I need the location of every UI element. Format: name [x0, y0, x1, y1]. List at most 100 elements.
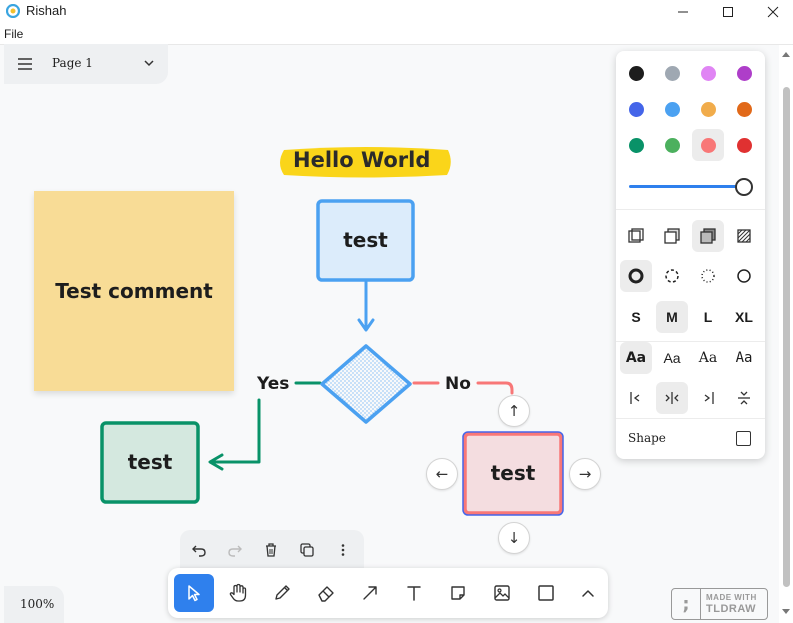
- add-shape-down-button[interactable]: ↓: [498, 522, 530, 554]
- size-button-xl[interactable]: XL: [728, 301, 760, 333]
- opacity-slider-handle[interactable]: [735, 178, 753, 196]
- sticky-note-icon: [451, 586, 465, 600]
- fill-pattern-icon: [737, 229, 751, 243]
- add-shape-right-button[interactable]: →: [569, 458, 601, 490]
- current-page-name[interactable]: Page 1: [52, 56, 93, 70]
- color-dot: [664, 65, 680, 81]
- eraser-tool[interactable]: [306, 574, 346, 612]
- media-tool[interactable]: [482, 574, 522, 612]
- font-button-1[interactable]: Aa: [620, 342, 652, 374]
- made-with-line2: TLDRAW: [706, 603, 757, 615]
- draw-tool[interactable]: [262, 574, 302, 612]
- dash-dashed-button[interactable]: [656, 260, 688, 292]
- color-swatch[interactable]: [728, 57, 760, 89]
- hamburger-menu-icon[interactable]: [18, 58, 32, 70]
- text-tool[interactable]: [394, 574, 434, 612]
- color-swatch[interactable]: [656, 129, 688, 161]
- align-end-icon: [704, 392, 714, 404]
- color-swatch[interactable]: [692, 129, 724, 161]
- align-middle-button[interactable]: [656, 382, 688, 414]
- duplicate-button[interactable]: [294, 538, 320, 562]
- hand-icon: [229, 583, 247, 602]
- shape-checkbox[interactable]: [736, 431, 751, 446]
- add-shape-up-button[interactable]: ↑: [498, 395, 530, 427]
- more-tools-button[interactable]: [568, 574, 608, 612]
- arrow-yes-to-left[interactable]: [210, 398, 261, 464]
- redo-button[interactable]: [222, 538, 248, 562]
- dash-solid-icon: [737, 269, 751, 283]
- style-panel: S M L XL Aa Aa Aa Aa Shape: [616, 51, 765, 459]
- undo-button[interactable]: [186, 538, 212, 562]
- font-button-2[interactable]: Aa: [656, 342, 688, 374]
- zoom-menu[interactable]: 100%: [4, 586, 64, 623]
- color-swatch[interactable]: [620, 129, 652, 161]
- decision-diamond[interactable]: [320, 344, 412, 424]
- dash-solid-button[interactable]: [728, 260, 760, 292]
- align-start-button[interactable]: [620, 382, 652, 414]
- cursor-icon: [188, 585, 200, 602]
- align-start-icon: [630, 392, 640, 404]
- dash-dotted-button[interactable]: [692, 260, 724, 292]
- opacity-slider-track[interactable]: [629, 185, 744, 188]
- fill-solid-button[interactable]: [692, 220, 724, 252]
- select-tool[interactable]: [174, 574, 214, 612]
- arrow-up-icon: ↑: [507, 402, 521, 420]
- color-swatch[interactable]: [620, 93, 652, 125]
- delete-button[interactable]: [258, 538, 284, 562]
- color-swatch[interactable]: [728, 93, 760, 125]
- color-swatch[interactable]: [692, 93, 724, 125]
- line-no-continue[interactable]: [476, 381, 514, 395]
- color-swatch[interactable]: [620, 57, 652, 89]
- scroll-up-icon[interactable]: [782, 51, 790, 57]
- vertical-align-button[interactable]: [728, 382, 760, 414]
- scroll-down-icon[interactable]: [782, 609, 790, 615]
- color-swatch[interactable]: [656, 57, 688, 89]
- label-no[interactable]: No: [445, 374, 471, 394]
- arrow-left-icon: ←: [435, 465, 449, 483]
- canvas-title[interactable]: Hello World: [293, 148, 430, 172]
- align-middle-icon: [665, 392, 679, 404]
- font-button-3[interactable]: Aa: [692, 342, 724, 374]
- page-menu[interactable]: Page 1: [4, 44, 168, 84]
- sticky-note[interactable]: Test comment: [34, 191, 234, 391]
- align-end-button[interactable]: [692, 382, 724, 414]
- zoom-level[interactable]: 100%: [20, 597, 54, 611]
- chevron-down-icon[interactable]: [144, 60, 154, 67]
- size-button-s[interactable]: S: [620, 301, 652, 333]
- fill-semi-button[interactable]: [656, 220, 688, 252]
- scrollbar-thumb[interactable]: [783, 87, 790, 587]
- size-button-m[interactable]: M: [656, 301, 688, 333]
- chevron-up-icon: [582, 590, 594, 597]
- size-button-l[interactable]: L: [692, 301, 724, 333]
- shape-label: Shape: [628, 431, 666, 445]
- label-yes[interactable]: Yes: [257, 374, 289, 394]
- color-swatch[interactable]: [656, 93, 688, 125]
- tldraw-logo-icon: ;: [672, 589, 701, 619]
- more-actions-button[interactable]: [330, 538, 356, 562]
- rectangle-tool[interactable]: [526, 574, 566, 612]
- opacity-slider[interactable]: [616, 175, 765, 199]
- made-with-tldraw-badge[interactable]: ; MADE WITH TLDRAW: [671, 588, 768, 620]
- divider: [616, 209, 765, 210]
- fill-none-button[interactable]: [620, 220, 652, 252]
- font-button-4[interactable]: Aa: [728, 342, 760, 374]
- vertical-scrollbar[interactable]: [779, 45, 793, 623]
- add-shape-left-button[interactable]: ←: [426, 458, 458, 490]
- color-dot: [664, 137, 680, 153]
- fill-pattern-button[interactable]: [728, 220, 760, 252]
- arrow-diagonal-icon: [363, 586, 377, 600]
- color-swatch[interactable]: [728, 129, 760, 161]
- note-tool[interactable]: [438, 574, 478, 612]
- fill-none-icon: [628, 228, 644, 243]
- dash-dotted-icon: [701, 269, 715, 283]
- dash-draw-button[interactable]: [620, 260, 652, 292]
- trash-icon: [266, 543, 276, 557]
- action-bar: [180, 530, 364, 570]
- vertical-align-icon: [738, 391, 750, 405]
- image-icon: [494, 585, 510, 601]
- hand-tool[interactable]: [218, 574, 258, 612]
- color-dot: [700, 65, 716, 81]
- arrow-tool[interactable]: [350, 574, 390, 612]
- color-dot: [736, 65, 752, 81]
- color-swatch[interactable]: [692, 57, 724, 89]
